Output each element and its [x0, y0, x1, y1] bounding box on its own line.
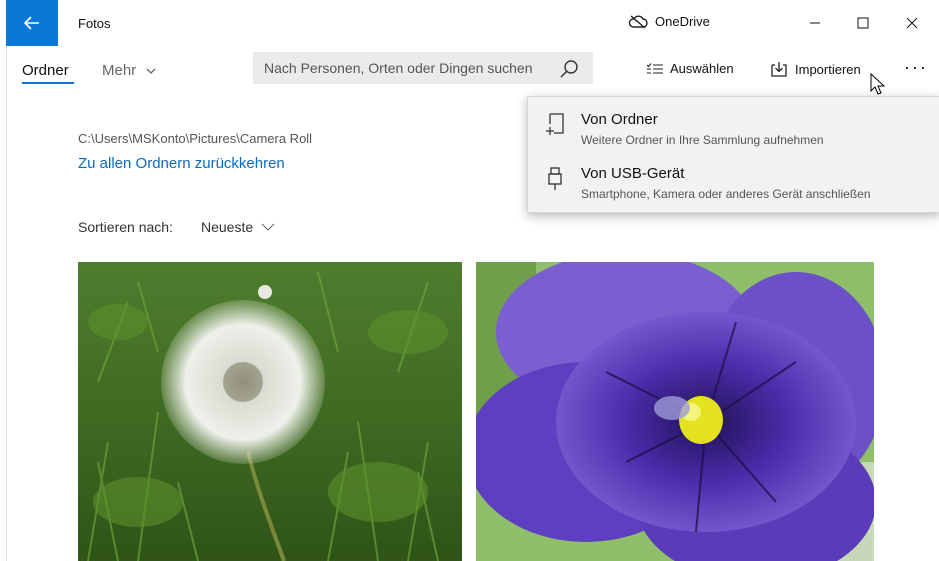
- onedrive-status[interactable]: OneDrive: [628, 14, 710, 29]
- search-icon[interactable]: [559, 59, 579, 79]
- minimize-icon: [810, 22, 820, 24]
- sort-label: Sortieren nach:: [78, 219, 173, 235]
- menu-item-title: Von USB-Gerät: [581, 165, 685, 182]
- maximize-button[interactable]: [840, 0, 886, 46]
- sort-dropdown[interactable]: Neueste: [201, 219, 275, 235]
- menu-item-title: Von Ordner: [581, 111, 658, 128]
- search-box: [253, 52, 593, 84]
- close-icon: [906, 17, 918, 29]
- back-to-folders-link[interactable]: Zu allen Ordnern zurückkehren: [78, 155, 285, 172]
- add-folder-icon: [546, 113, 564, 135]
- maximize-icon: [857, 17, 869, 29]
- tab-mehr-label: Mehr: [102, 62, 137, 79]
- photo-pansy[interactable]: [476, 262, 874, 561]
- multi-select-icon: [646, 62, 663, 74]
- pansy-image: [476, 262, 874, 561]
- tab-ordner[interactable]: Ordner: [22, 62, 69, 79]
- title-bar: Fotos OneDrive: [0, 0, 939, 46]
- minimize-button[interactable]: [792, 0, 838, 46]
- more-icon: ···: [904, 57, 928, 77]
- onedrive-label: OneDrive: [655, 14, 710, 29]
- folder-path: C:\Users\MSKonto\Pictures\Camera Roll: [78, 131, 313, 146]
- arrow-left-icon: [24, 16, 39, 30]
- select-button[interactable]: Auswählen: [646, 61, 734, 76]
- menu-item-von-ordner[interactable]: Von Ordner Weitere Ordner in Ihre Sammlu…: [528, 105, 939, 155]
- search-input[interactable]: [264, 60, 544, 76]
- menu-item-subtitle: Smartphone, Kamera oder anderes Gerät an…: [581, 187, 871, 201]
- tab-mehr[interactable]: Mehr: [102, 62, 156, 79]
- active-tab-indicator: [22, 82, 74, 84]
- menu-item-von-usb-geraet[interactable]: Von USB-Gerät Smartphone, Kamera oder an…: [528, 159, 939, 209]
- select-label: Auswählen: [670, 61, 734, 76]
- sort-value: Neueste: [201, 219, 254, 235]
- dandelion-image: [78, 262, 462, 561]
- import-menu: Von Ordner Weitere Ordner in Ihre Sammlu…: [527, 96, 939, 213]
- back-button[interactable]: [6, 0, 58, 46]
- more-button[interactable]: ···: [904, 57, 928, 78]
- import-icon: [771, 62, 787, 77]
- app-title: Fotos: [78, 16, 111, 31]
- chevron-down-icon: [146, 68, 156, 74]
- mouse-cursor-icon: [870, 73, 886, 95]
- close-button[interactable]: [889, 0, 935, 46]
- import-label: Importieren: [795, 61, 861, 77]
- chevron-down-icon: [261, 223, 275, 231]
- photo-dandelion[interactable]: [78, 262, 462, 561]
- import-button[interactable]: Importieren: [770, 61, 861, 77]
- cloud-off-icon: [628, 14, 648, 29]
- menu-item-subtitle: Weitere Ordner in Ihre Sammlung aufnehme…: [581, 133, 824, 147]
- usb-icon: [548, 167, 562, 190]
